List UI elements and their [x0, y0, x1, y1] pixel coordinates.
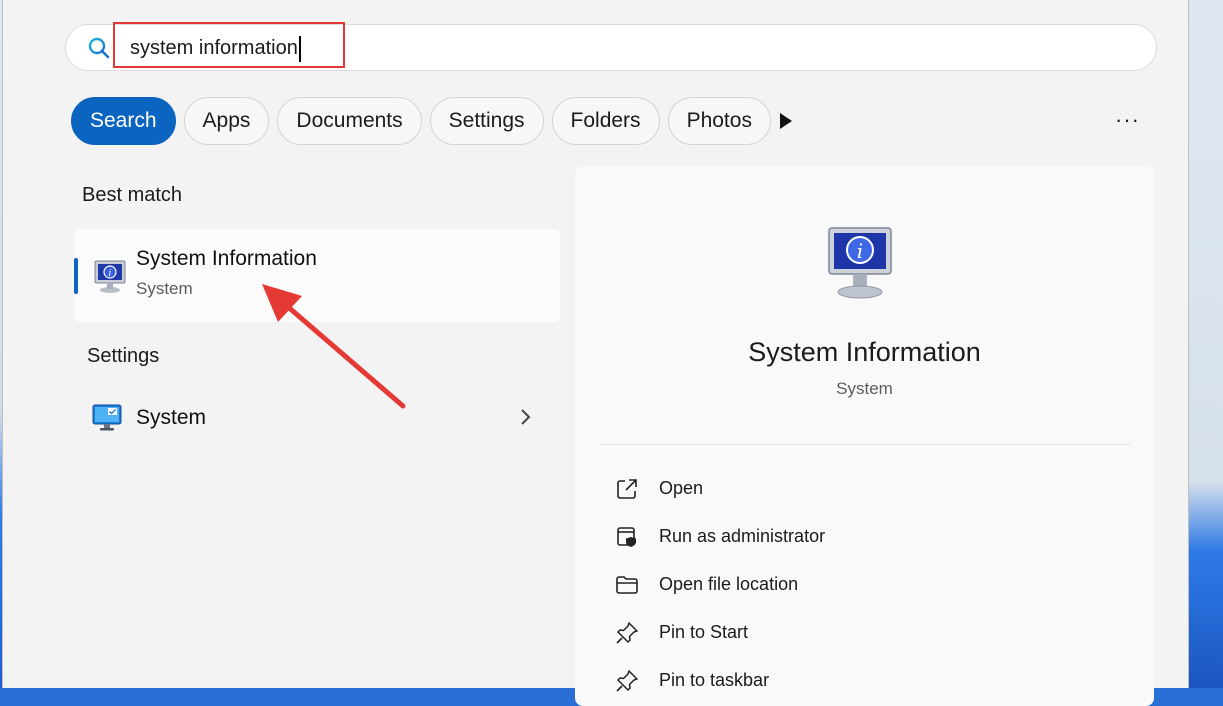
action-open-file-location[interactable]: Open file location	[615, 569, 1015, 599]
divider	[599, 444, 1130, 445]
more-options-icon[interactable]: ···	[1115, 109, 1143, 131]
settings-result-system[interactable]: System	[74, 393, 560, 443]
desktop-wallpaper-right	[1183, 0, 1223, 688]
shield-icon	[617, 527, 636, 547]
best-match-title: System Information	[136, 247, 317, 270]
tab-apps[interactable]: Apps	[183, 97, 270, 145]
best-match-subtitle: System	[136, 279, 193, 298]
open-external-icon	[617, 479, 637, 499]
search-icon	[88, 37, 110, 59]
action-label: Pin to Start	[659, 622, 749, 642]
chevron-right-icon	[521, 409, 531, 425]
system-information-icon: i	[94, 260, 126, 293]
settings-item-label: System	[136, 406, 207, 429]
play-icon[interactable]	[778, 112, 794, 130]
monitor-icon	[92, 404, 122, 431]
filter-tabs: Search Apps Documents Settings Folders P…	[71, 97, 771, 145]
tab-documents[interactable]: Documents	[277, 97, 422, 145]
preview-title: System Information	[748, 337, 981, 367]
best-match-result[interactable]: i System Information System	[74, 229, 560, 322]
search-input[interactable]: system information	[130, 33, 630, 63]
action-open[interactable]: Open	[615, 473, 1015, 503]
action-pin-to-taskbar[interactable]: Pin to taskbar	[615, 665, 1015, 695]
action-label: Open file location	[659, 574, 799, 594]
svg-text:i: i	[109, 269, 112, 279]
tab-settings[interactable]: Settings	[429, 97, 544, 145]
tab-folders[interactable]: Folders	[551, 97, 660, 145]
pin-icon	[616, 622, 638, 644]
text-caret	[298, 35, 301, 62]
action-label: Run as administrator	[659, 526, 826, 546]
tab-search[interactable]: Search	[71, 97, 176, 145]
best-match-heading: Best match	[82, 184, 183, 206]
search-query-text: system information	[130, 37, 298, 59]
settings-heading: Settings	[87, 345, 160, 367]
svg-text:i: i	[857, 239, 863, 263]
folder-icon	[616, 576, 638, 594]
tab-photos[interactable]: Photos	[667, 97, 771, 145]
preview-pane: i System Information System Open Run as …	[575, 166, 1154, 706]
pin-icon	[616, 670, 638, 692]
action-run-as-administrator[interactable]: Run as administrator	[615, 521, 1015, 551]
action-label: Open	[659, 478, 704, 498]
search-box[interactable]: system information	[65, 24, 1157, 71]
system-information-large-icon: i	[828, 227, 892, 299]
search-panel: system information Search Apps Documents…	[2, 0, 1189, 706]
preview-subtitle: System	[836, 379, 893, 398]
selection-indicator	[74, 258, 78, 294]
action-pin-to-start[interactable]: Pin to Start	[615, 617, 1015, 647]
